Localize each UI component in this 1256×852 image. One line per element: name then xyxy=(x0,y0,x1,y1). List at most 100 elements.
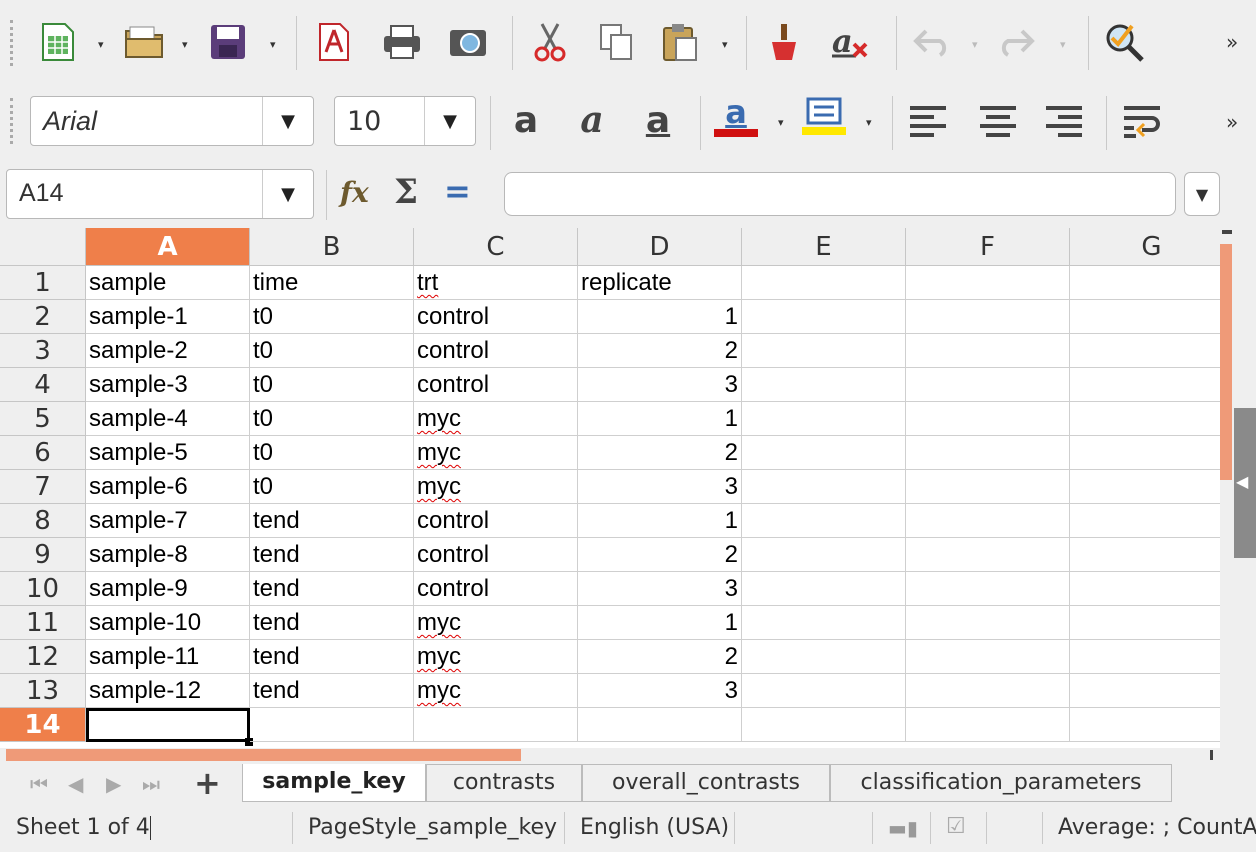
language-status[interactable]: English (USA) xyxy=(580,808,729,848)
column-header-a[interactable]: A xyxy=(86,228,250,266)
paste-dropdown-icon[interactable]: ▾ xyxy=(722,38,728,51)
clear-formatting-icon[interactable]: a xyxy=(828,20,872,64)
cell-e7[interactable] xyxy=(742,470,906,504)
highlight-dropdown-icon[interactable]: ▾ xyxy=(866,116,872,129)
open-dropdown-icon[interactable]: ▾ xyxy=(182,38,188,51)
cell-a3[interactable]: sample-2 xyxy=(86,334,250,368)
cell-b2[interactable]: t0 xyxy=(250,300,414,334)
horizontal-scrollbar[interactable] xyxy=(0,748,1220,762)
align-left-icon[interactable] xyxy=(906,100,950,144)
function-wizard-icon[interactable]: fx xyxy=(340,176,369,209)
column-header-e[interactable]: E xyxy=(742,228,906,266)
column-header-b[interactable]: B xyxy=(250,228,414,266)
cell-f13[interactable] xyxy=(906,674,1070,708)
cell-g13[interactable] xyxy=(1070,674,1220,708)
previous-sheet-icon[interactable]: ◀ xyxy=(68,772,83,796)
cell-d12[interactable]: 2 xyxy=(578,640,742,674)
cell-c5[interactable]: myc xyxy=(414,402,578,436)
print-preview-icon[interactable] xyxy=(446,20,490,64)
horizontal-scroll-thumb[interactable] xyxy=(6,749,521,761)
row-header-8[interactable]: 8 xyxy=(0,504,86,538)
font-color-dropdown-icon[interactable]: ▾ xyxy=(778,116,784,129)
name-box[interactable]: A14 ▼ xyxy=(6,169,314,219)
cell-f6[interactable] xyxy=(906,436,1070,470)
row-header-4[interactable]: 4 xyxy=(0,368,86,402)
cell-e10[interactable] xyxy=(742,572,906,606)
toolbar-overflow-icon[interactable]: » xyxy=(1226,30,1238,54)
copy-icon[interactable] xyxy=(594,20,638,64)
cell-a10[interactable]: sample-9 xyxy=(86,572,250,606)
cell-c3[interactable]: control xyxy=(414,334,578,368)
cell-c4[interactable]: control xyxy=(414,368,578,402)
cell-c13[interactable]: myc xyxy=(414,674,578,708)
cell-g14[interactable] xyxy=(1070,708,1220,742)
sheet-tab-overall-contrasts[interactable]: overall_contrasts xyxy=(582,764,830,802)
cell-b10[interactable]: tend xyxy=(250,572,414,606)
row-header-6[interactable]: 6 xyxy=(0,436,86,470)
chevron-down-icon[interactable]: ▼ xyxy=(424,97,475,145)
wrap-text-icon[interactable] xyxy=(1120,100,1164,144)
cell-e12[interactable] xyxy=(742,640,906,674)
cell-a11[interactable]: sample-10 xyxy=(86,606,250,640)
align-center-icon[interactable] xyxy=(976,100,1020,144)
last-sheet-icon[interactable]: ⏭ xyxy=(142,772,160,796)
cell-b8[interactable]: tend xyxy=(250,504,414,538)
cell-e2[interactable] xyxy=(742,300,906,334)
cell-d13[interactable]: 3 xyxy=(578,674,742,708)
cell-b9[interactable]: tend xyxy=(250,538,414,572)
redo-dropdown-icon[interactable]: ▾ xyxy=(1060,38,1066,51)
cell-d7[interactable]: 3 xyxy=(578,470,742,504)
sidebar-expand-icon[interactable]: ◀ xyxy=(1236,472,1248,491)
cell-a4[interactable]: sample-3 xyxy=(86,368,250,402)
cell-g2[interactable] xyxy=(1070,300,1220,334)
cell-c2[interactable]: control xyxy=(414,300,578,334)
font-size-combo[interactable]: 10 ▼ xyxy=(334,96,476,146)
row-header-10[interactable]: 10 xyxy=(0,572,86,606)
row-header-13[interactable]: 13 xyxy=(0,674,86,708)
cell-b3[interactable]: t0 xyxy=(250,334,414,368)
cell-g4[interactable] xyxy=(1070,368,1220,402)
export-pdf-icon[interactable] xyxy=(312,20,356,64)
cell-c10[interactable]: control xyxy=(414,572,578,606)
cell-d5[interactable]: 1 xyxy=(578,402,742,436)
new-dropdown-icon[interactable]: ▾ xyxy=(98,38,104,51)
cell-a9[interactable]: sample-8 xyxy=(86,538,250,572)
cell-c9[interactable]: control xyxy=(414,538,578,572)
row-header-14[interactable]: 14 xyxy=(0,708,86,742)
cell-f8[interactable] xyxy=(906,504,1070,538)
cell-g1[interactable] xyxy=(1070,266,1220,300)
save-dropdown-icon[interactable]: ▾ xyxy=(270,38,276,51)
cell-f14[interactable] xyxy=(906,708,1070,742)
document-modified-icon[interactable]: ☑ xyxy=(946,814,966,839)
cell-c1[interactable]: trt xyxy=(414,266,578,300)
cell-a1[interactable]: sample xyxy=(86,266,250,300)
sum-icon[interactable]: Σ xyxy=(394,172,418,212)
chevron-down-icon[interactable]: ▼ xyxy=(262,170,313,218)
cell-b11[interactable]: tend xyxy=(250,606,414,640)
sheet-tab-sample-key[interactable]: sample_key xyxy=(242,764,426,802)
cell-e3[interactable] xyxy=(742,334,906,368)
save-icon[interactable] xyxy=(206,20,250,64)
spelling-icon[interactable] xyxy=(1102,20,1146,64)
bold-icon[interactable]: a xyxy=(504,98,548,142)
column-header-f[interactable]: F xyxy=(906,228,1070,266)
cell-c14[interactable] xyxy=(414,708,578,742)
row-header-7[interactable]: 7 xyxy=(0,470,86,504)
redo-icon[interactable] xyxy=(994,20,1038,64)
cell-a8[interactable]: sample-7 xyxy=(86,504,250,538)
cell-g9[interactable] xyxy=(1070,538,1220,572)
cell-f2[interactable] xyxy=(906,300,1070,334)
next-sheet-icon[interactable]: ▶ xyxy=(106,772,121,796)
vertical-scroll-thumb[interactable] xyxy=(1220,244,1232,480)
column-header-g[interactable]: G xyxy=(1070,228,1220,266)
cell-e1[interactable] xyxy=(742,266,906,300)
cell-g7[interactable] xyxy=(1070,470,1220,504)
row-header-5[interactable]: 5 xyxy=(0,402,86,436)
cell-a12[interactable]: sample-11 xyxy=(86,640,250,674)
cell-e9[interactable] xyxy=(742,538,906,572)
row-header-2[interactable]: 2 xyxy=(0,300,86,334)
align-right-icon[interactable] xyxy=(1042,100,1086,144)
selection-summary-status[interactable]: Average: ; CountA xyxy=(1058,808,1256,848)
clone-formatting-icon[interactable] xyxy=(762,20,806,64)
select-all-corner[interactable] xyxy=(0,228,86,266)
